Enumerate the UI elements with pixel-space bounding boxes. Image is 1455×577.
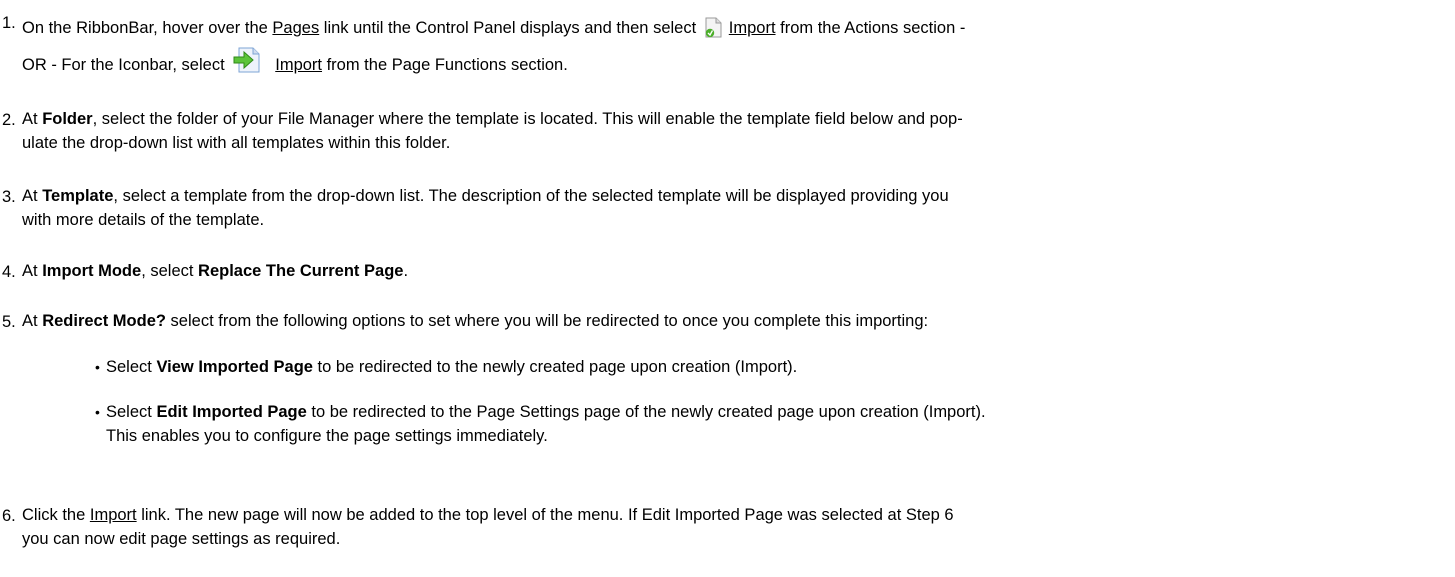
import-arrow-icon (233, 46, 261, 74)
step-number: 3. (2, 188, 16, 206)
step-1: 1. On the RibbonBar, hover over the Page… (0, 10, 1448, 78)
step-2-text-c: ulate the drop-down list with all templa… (22, 134, 451, 152)
step-1-text-a: On the RibbonBar, hover over the (22, 19, 273, 37)
step-5: 5. At Redirect Mode? select from the fol… (0, 309, 1448, 335)
step-2-text-a: At (22, 110, 43, 128)
step-5-text-b: select from the following options to set… (165, 312, 929, 330)
step-2: 2. At Folder, select the folder of your … (0, 107, 1448, 157)
step-4-text-b: , select (141, 262, 199, 280)
edit-imported-page-label: Edit Imported Page (156, 403, 307, 421)
folder-label: Folder (42, 110, 93, 128)
instruction-document: 1. On the RibbonBar, hover over the Page… (0, 0, 1455, 577)
option-1-text-a: Select (106, 358, 157, 376)
step-number: 1. (2, 14, 16, 32)
redirect-mode-label: Redirect Mode? (42, 312, 166, 330)
step-3-text-b: , select a template from the drop-down l… (113, 187, 949, 205)
option-2-text-b: to be redirected to the Page Settings pa… (306, 403, 986, 421)
step-number: 6. (2, 507, 16, 525)
step-6-text-a: Click the (22, 506, 90, 524)
step-1-text-c: from the Actions section - (775, 19, 966, 37)
step-1-line-2: OR - For the Iconbar, select Import from… (22, 47, 1448, 84)
step-number: 5. (2, 313, 16, 331)
template-label: Template (42, 187, 114, 205)
step-3-text-a: At (22, 187, 43, 205)
step-6-text-b: link. The new page will now be added to … (136, 506, 954, 524)
step-1-text-e: from the Page Functions section. (322, 56, 568, 74)
step-2-text-b: , select the folder of your File Manager… (92, 110, 963, 128)
replace-current-page-label: Replace The Current Page (198, 262, 404, 280)
import-link-actions[interactable]: Import (729, 19, 776, 37)
step-6-text-c: you can now edit page settings as requir… (22, 530, 341, 548)
step-1-text-d: OR - For the Iconbar, select (22, 56, 230, 74)
step-3-text: At Template, select a template from the … (22, 184, 1448, 232)
import-link[interactable]: Import (90, 506, 137, 524)
option-2-text-a: Select (106, 403, 157, 421)
import-link-iconbar[interactable]: Import (275, 56, 322, 74)
step-5-text-a: At (22, 312, 43, 330)
step-3-text-c: with more details of the template. (22, 211, 265, 229)
step-6: 6. Click the Import link. The new page w… (0, 503, 1448, 553)
step-4-text-c: . (403, 262, 409, 280)
step-number: 2. (2, 111, 16, 129)
step-4-text: At Import Mode, select Replace The Curre… (22, 259, 1448, 283)
step-1-text: On the RibbonBar, hover over the Pages l… (22, 10, 1448, 84)
step-5-text: At Redirect Mode? select from the follow… (22, 309, 1448, 333)
option-2-text-c: This enables you to configure the page s… (106, 427, 548, 445)
option-1-text-b: to be redirected to the newly created pa… (312, 358, 798, 376)
step-4: 4. At Import Mode, select Replace The Cu… (0, 259, 1448, 285)
pages-link[interactable]: Pages (272, 19, 319, 37)
view-imported-page-label: View Imported Page (156, 358, 313, 376)
import-page-icon (703, 16, 723, 38)
step-1-text-b: link until the Control Panel displays an… (319, 19, 701, 37)
redirect-option-edit: Select Edit Imported Page to be redirect… (106, 400, 1446, 448)
redirect-option-view: Select View Imported Page to be redirect… (106, 355, 1446, 379)
bullet: • (95, 404, 100, 420)
step-6-text: Click the Import link. The new page will… (22, 503, 1448, 551)
step-3: 3. At Template, select a template from t… (0, 184, 1448, 234)
import-mode-label: Import Mode (42, 262, 142, 280)
bullet: • (95, 359, 100, 375)
step-number: 4. (2, 263, 16, 281)
step-4-text-a: At (22, 262, 43, 280)
step-2-text: At Folder, select the folder of your Fil… (22, 107, 1448, 155)
